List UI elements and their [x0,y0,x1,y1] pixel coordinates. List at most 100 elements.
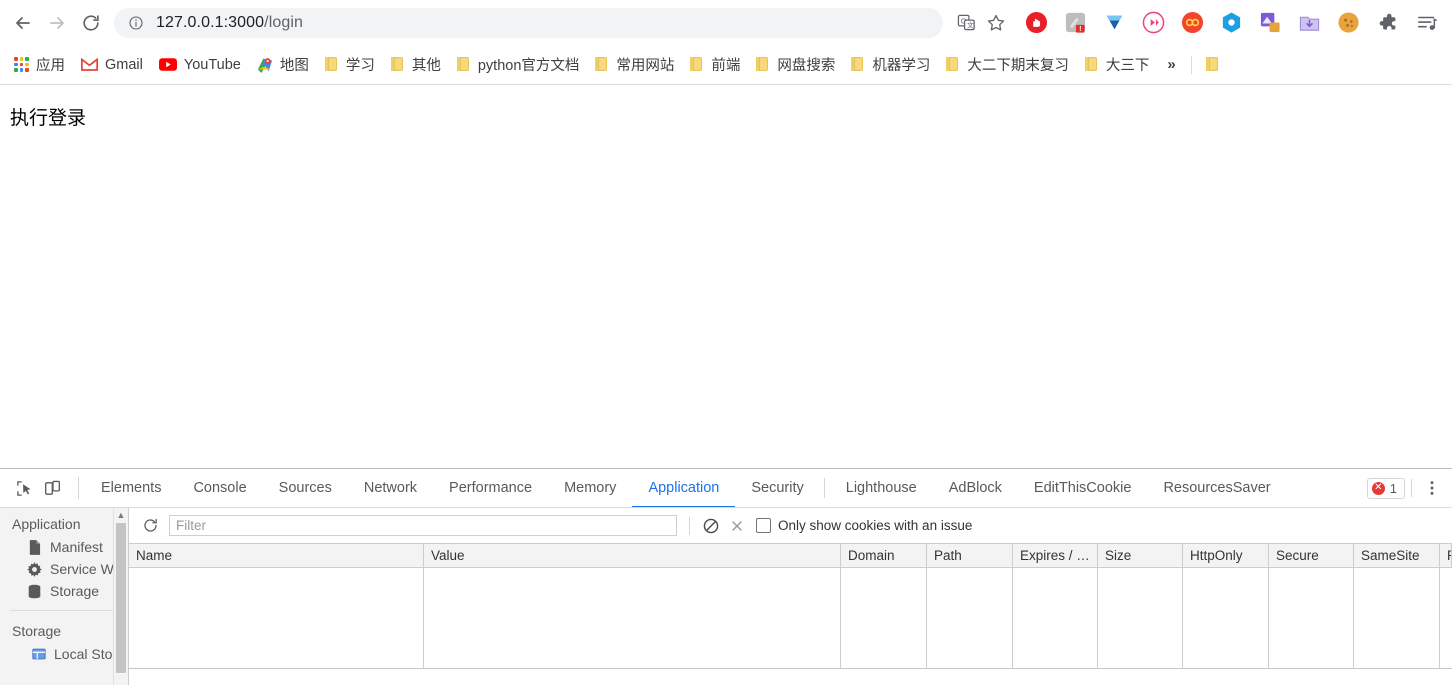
bookmark-label: 大三下 [1105,58,1150,74]
page-heading: 执行登录 [10,107,87,129]
octotree-extension-icon[interactable] [1212,8,1251,38]
scroll-up-arrow-icon[interactable]: ▲ [114,508,128,522]
table-column-path [927,568,1013,668]
column-header-name[interactable]: Name [129,544,424,567]
adblock-plus-extension-icon[interactable] [1017,8,1056,38]
database-icon [26,584,43,599]
device-toolbar-icon[interactable] [38,474,66,502]
bookmark-maps[interactable]: 地图 [249,50,317,79]
tab-performance[interactable]: Performance [433,469,548,507]
column-header-samesite[interactable]: SameSite [1354,544,1440,567]
bookmark-gmail[interactable]: Gmail [73,53,151,77]
devtools-right-separator [1411,479,1412,497]
delete-selected-icon[interactable] [724,513,750,539]
tab-sources[interactable]: Sources [263,469,348,507]
column-header-httponly[interactable]: HttpOnly [1183,544,1269,567]
bookmark-folder-study[interactable]: 学习 [317,50,383,79]
sidebar-item-local-storage[interactable]: Local Storage [0,643,128,665]
cookies-filter-input[interactable]: Filter [169,515,677,536]
vimium-extension-icon[interactable] [1095,8,1134,38]
tab-editthiscookie[interactable]: EditThisCookie [1018,469,1148,507]
column-header-expires[interactable]: Expires / … [1013,544,1098,567]
tab-resourcessaver[interactable]: ResourcesSaver [1147,469,1286,507]
tab-network[interactable]: Network [348,469,433,507]
sidebar-item-manifest[interactable]: Manifest [0,536,128,558]
checkbox-box[interactable] [756,518,771,533]
bookmark-label: 常用网站 [616,58,675,74]
bookmark-folder-trailing[interactable] [1198,53,1235,76]
tab-elements[interactable]: Elements [85,469,177,507]
only-show-cookies-with-issue-checkbox[interactable]: Only show cookies with an issue [756,518,972,533]
table-column-size [1098,568,1183,668]
reading-list-icon[interactable] [1407,8,1446,38]
column-header-domain[interactable]: Domain [841,544,927,567]
downloader-extension-icon[interactable] [1290,8,1329,38]
bookmark-folder-frontend[interactable]: 前端 [682,50,748,79]
more-options-icon[interactable] [1418,474,1446,502]
bookmark-star-icon[interactable] [981,8,1011,38]
folder-icon [595,57,609,72]
inspect-element-icon[interactable] [10,474,38,502]
column-header-value[interactable]: Value [424,544,841,567]
bookmark-folder-junior-spring[interactable]: 大三下 [1077,50,1158,79]
forward-button[interactable] [40,6,74,40]
sidebar-section-storage: Storage [12,623,62,639]
bookmark-folder-machine-learning[interactable]: 机器学习 [843,50,938,79]
address-bar[interactable]: 127.0.0.1:3000/login [114,7,943,38]
column-header-size[interactable]: Size [1098,544,1183,567]
sidebar-item-label: Manifest [50,539,103,555]
editthiscookie-extension-icon[interactable] [1329,8,1368,38]
video-downloader-extension-icon[interactable] [1134,8,1173,38]
column-header-secure[interactable]: Secure [1269,544,1354,567]
scrollbar-thumb[interactable] [116,523,126,673]
devtools-tabs: Elements Console Sources Network Perform… [85,469,1367,507]
url-host: 127.0.0.1:3000 [156,13,265,31]
tab-lighthouse[interactable]: Lighthouse [823,469,933,507]
devtools-sidebar: Application Manifest Service Workers Sto… [0,508,129,685]
bookmark-label: YouTube [183,56,241,73]
back-button[interactable] [6,6,40,40]
devtools-panel: Elements Console Sources Network Perform… [0,468,1452,685]
tab-security[interactable]: Security [735,469,819,507]
table-column-priority [1440,568,1452,668]
tab-application[interactable]: Application [632,469,736,507]
sidebar-scrollbar[interactable]: ▲ [113,508,128,685]
bookmark-folder-other[interactable]: 其他 [383,50,449,79]
table-icon [30,647,47,661]
clear-all-cookies-icon[interactable] [698,513,724,539]
tab-console[interactable]: Console [177,469,262,507]
extension-toolbar: ! [1011,8,1446,38]
bookmark-apps[interactable]: 应用 [6,50,73,79]
bookmark-folder-python-docs[interactable]: python官方文档 [449,50,588,79]
bookmark-folder-netdisk-search[interactable]: 网盘搜索 [748,50,843,79]
table-column-name [129,568,424,668]
extensions-puzzle-icon[interactable] [1368,8,1407,38]
svg-text:!: ! [1079,25,1081,33]
bookmark-youtube[interactable]: YouTube [151,53,249,77]
resources-saver-extension-icon[interactable] [1251,8,1290,38]
bookmarks-separator [1190,55,1192,74]
tampermonkey-extension-icon[interactable]: ! [1056,8,1095,38]
sidebar-item-storage[interactable]: Storage [0,580,128,602]
folder-icon [324,57,339,72]
tab-memory[interactable]: Memory [548,469,632,507]
bookmark-folder-common-sites[interactable]: 常用网站 [587,50,682,79]
page-info-icon[interactable] [128,15,144,31]
infinity-newtab-extension-icon[interactable] [1173,8,1212,38]
error-count-badge[interactable]: ✕ 1 [1366,477,1405,499]
column-header-priority[interactable]: P [1440,544,1452,567]
tab-label: Security [751,480,804,496]
translate-icon[interactable]: G文 [951,8,981,38]
reload-button[interactable] [74,6,108,40]
address-bar-url[interactable]: 127.0.0.1:3000/login [156,14,303,32]
devtools-body: Application Manifest Service Workers Sto… [0,508,1452,685]
document-icon [26,539,43,555]
sidebar-item-service-workers[interactable]: Service Workers [0,558,128,580]
cookies-table-body[interactable] [129,568,1452,669]
bookmark-folder-sophomore-review[interactable]: 大二下期末复习 [938,50,1077,79]
tab-adblock[interactable]: AdBlock [933,469,1018,507]
column-header-path[interactable]: Path [927,544,1013,567]
bookmarks-overflow-button[interactable]: » [1157,52,1184,77]
refresh-icon[interactable] [137,513,163,539]
toolbar-separator [689,516,690,535]
